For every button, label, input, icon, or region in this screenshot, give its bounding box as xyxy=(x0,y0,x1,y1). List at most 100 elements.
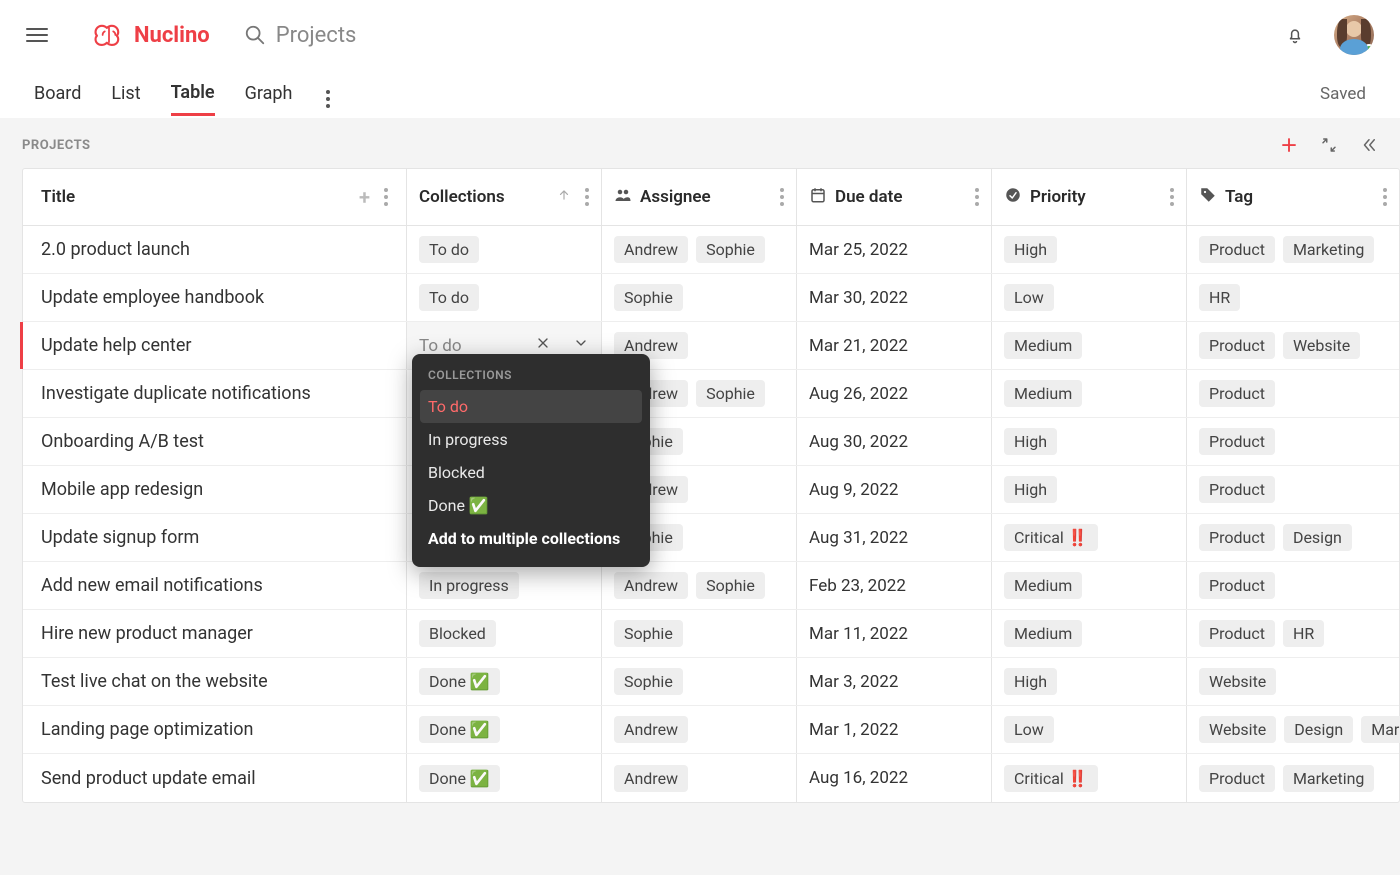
cell-assignee[interactable]: Sophie xyxy=(602,274,797,321)
assignee-chip[interactable]: Andrew xyxy=(614,716,688,743)
cell-priority[interactable]: Low xyxy=(992,706,1187,753)
priority-chip[interactable]: High xyxy=(1004,476,1057,503)
cell-priority[interactable]: Medium xyxy=(992,322,1187,369)
tag-chip[interactable]: Product xyxy=(1199,236,1275,263)
collapse-button[interactable] xyxy=(1320,136,1338,154)
column-menu-icon[interactable] xyxy=(384,188,388,206)
collection-chip[interactable]: To do xyxy=(419,284,479,311)
tag-chip[interactable]: Design xyxy=(1283,524,1352,551)
cell-title[interactable]: 2.0 product launch xyxy=(23,226,407,273)
priority-chip[interactable]: High xyxy=(1004,668,1057,695)
priority-chip[interactable]: Medium xyxy=(1004,572,1082,599)
cell-title[interactable]: Onboarding A/B test xyxy=(23,418,407,465)
popover-option[interactable]: In progress xyxy=(412,423,650,456)
cell-due-date[interactable]: Mar 21, 2022 xyxy=(797,322,992,369)
avatar[interactable] xyxy=(1334,15,1374,55)
table-row[interactable]: Investigate duplicate notificationsTo do… xyxy=(23,370,1399,418)
collection-chip[interactable]: Blocked xyxy=(419,620,496,647)
cell-title[interactable]: Send product update email xyxy=(23,754,407,802)
cell-priority[interactable]: Medium xyxy=(992,562,1187,609)
assignee-chip[interactable]: Sophie xyxy=(614,284,683,311)
assignee-chip[interactable]: Sophie xyxy=(696,236,765,263)
assignee-chip[interactable]: Sophie xyxy=(614,620,683,647)
popover-option[interactable]: To do xyxy=(420,390,642,423)
cell-title[interactable]: Hire new product manager xyxy=(23,610,407,657)
view-tab-graph[interactable]: Graph xyxy=(245,73,293,114)
priority-chip[interactable]: Low xyxy=(1004,716,1054,743)
tag-chip[interactable]: Design xyxy=(1284,716,1353,743)
table-row[interactable]: Send product update emailDone ✅AndrewAug… xyxy=(23,754,1399,802)
search[interactable]: Projects xyxy=(244,23,357,48)
cell-assignee[interactable]: Andrew xyxy=(602,706,797,753)
cell-priority[interactable]: High xyxy=(992,466,1187,513)
cell-priority[interactable]: Low xyxy=(992,274,1187,321)
collection-chip[interactable]: Done ✅ xyxy=(419,765,500,792)
priority-chip[interactable]: High xyxy=(1004,428,1057,455)
cell-priority[interactable]: Medium xyxy=(992,370,1187,417)
column-menu-icon[interactable] xyxy=(585,188,589,206)
assignee-chip[interactable]: Andrew xyxy=(614,572,688,599)
view-tab-table[interactable]: Table xyxy=(171,72,215,116)
tag-chip[interactable]: Product xyxy=(1199,572,1275,599)
view-tab-board[interactable]: Board xyxy=(34,73,81,114)
column-header-title[interactable]: Title + xyxy=(23,169,407,225)
view-more-menu[interactable] xyxy=(326,79,330,108)
cell-title[interactable]: Update help center xyxy=(23,322,407,369)
collection-chip[interactable]: To do xyxy=(419,236,479,263)
table-row[interactable]: Add new email notificationsIn progressAn… xyxy=(23,562,1399,610)
column-menu-icon[interactable] xyxy=(1383,188,1387,206)
table-row[interactable]: Landing page optimizationDone ✅AndrewMar… xyxy=(23,706,1399,754)
cell-title[interactable]: Update signup form xyxy=(23,514,407,561)
priority-chip[interactable]: Low xyxy=(1004,284,1054,311)
cell-tags[interactable]: Product Marketing xyxy=(1187,226,1399,273)
cell-tags[interactable]: ProductMarketing xyxy=(1187,754,1399,802)
cell-due-date[interactable]: Mar 3, 2022 xyxy=(797,658,992,705)
tag-chip[interactable]: Product xyxy=(1199,476,1275,503)
cell-collection[interactable]: Done ✅ xyxy=(407,658,602,705)
cell-tags[interactable]: Product Design xyxy=(1187,514,1399,561)
cell-assignee[interactable]: AndrewSophie xyxy=(602,562,797,609)
cell-due-date[interactable]: Mar 30, 2022 xyxy=(797,274,992,321)
cell-assignee[interactable]: Sophie xyxy=(602,658,797,705)
notifications-button[interactable] xyxy=(1286,26,1304,44)
cell-title[interactable]: Add new email notifications xyxy=(23,562,407,609)
cell-due-date[interactable]: Aug 26, 2022 xyxy=(797,370,992,417)
add-item-button[interactable] xyxy=(1280,136,1298,154)
tag-chip[interactable]: Marketing xyxy=(1283,236,1374,263)
cell-due-date[interactable]: Aug 30, 2022 xyxy=(797,418,992,465)
priority-chip[interactable]: Critical ‼️ xyxy=(1004,765,1098,792)
cell-collection[interactable]: To do xyxy=(407,226,602,273)
menu-toggle[interactable] xyxy=(26,24,48,46)
table-row[interactable]: 2.0 product launchTo doAndrewSophieMar 2… xyxy=(23,226,1399,274)
clear-icon[interactable] xyxy=(535,335,551,356)
add-column-icon[interactable]: + xyxy=(359,187,370,207)
cell-priority[interactable]: Medium xyxy=(992,610,1187,657)
column-header-collections[interactable]: Collections xyxy=(407,169,602,225)
tag-chip[interactable]: HR xyxy=(1199,284,1240,311)
tag-chip[interactable]: Website xyxy=(1199,668,1276,695)
assignee-chip[interactable]: Andrew xyxy=(614,236,688,263)
cell-tags[interactable]: Product xyxy=(1187,562,1399,609)
priority-chip[interactable]: Medium xyxy=(1004,332,1082,359)
cell-priority[interactable]: Critical ‼️ xyxy=(992,514,1187,561)
priority-chip[interactable]: High xyxy=(1004,236,1057,263)
cell-title[interactable]: Landing page optimization xyxy=(23,706,407,753)
tag-chip[interactable]: Product xyxy=(1199,332,1275,359)
cell-due-date[interactable]: Aug 31, 2022 xyxy=(797,514,992,561)
priority-chip[interactable]: Critical ‼️ xyxy=(1004,524,1098,551)
column-header-due-date[interactable]: Due date xyxy=(797,169,992,225)
view-tab-list[interactable]: List xyxy=(111,73,140,114)
popover-add-multiple[interactable]: Add to multiple collections xyxy=(412,522,650,555)
chevron-down-icon[interactable] xyxy=(573,335,589,356)
priority-chip[interactable]: Medium xyxy=(1004,620,1082,647)
cell-tags[interactable]: ProductHR xyxy=(1187,610,1399,657)
table-row[interactable]: Onboarding A/B testTo doSophieAug 30, 20… xyxy=(23,418,1399,466)
column-header-tag[interactable]: Tag xyxy=(1187,169,1399,225)
cell-priority[interactable]: Critical ‼️ xyxy=(992,754,1187,802)
tag-chip[interactable]: Website xyxy=(1199,716,1276,743)
table-row[interactable]: Mobile app redesignTo doAndrewAug 9, 202… xyxy=(23,466,1399,514)
tag-chip[interactable]: Product xyxy=(1199,524,1275,551)
cell-due-date[interactable]: Aug 16, 2022 xyxy=(797,754,992,802)
tag-chip[interactable]: Product xyxy=(1199,428,1275,455)
cell-priority[interactable]: High xyxy=(992,658,1187,705)
